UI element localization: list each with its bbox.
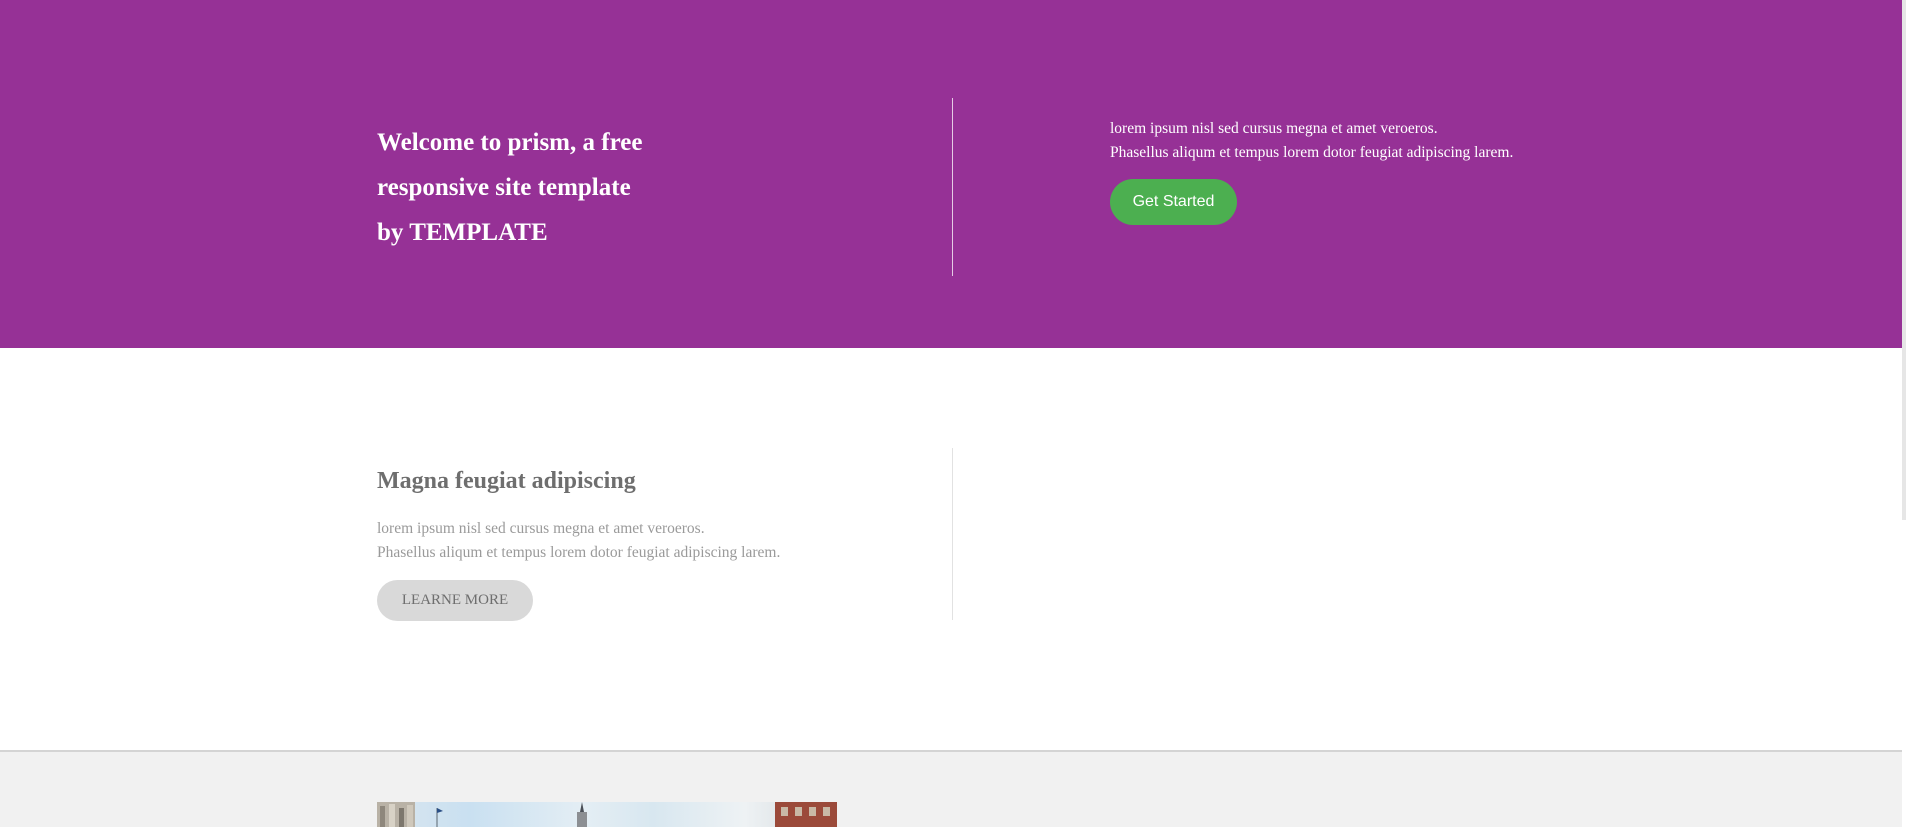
feature-section: Magna feugiat adipiscing lorem ipsum nis… <box>0 348 1902 750</box>
hero-description-line: lorem ipsum nisl sed cursus megna et ame… <box>1110 120 1438 137</box>
feature-description: lorem ipsum nisl sed cursus megna et ame… <box>377 517 780 565</box>
feature-title: Magna feugiat adipiscing <box>377 468 636 494</box>
hero-description-line: Phasellus aliqum et tempus lorem dotor f… <box>1110 144 1514 161</box>
scrollbar-thumb[interactable] <box>1902 0 1906 520</box>
city-photo-icon <box>377 802 837 827</box>
feature-description-line: Phasellus aliqum et tempus lorem dotor f… <box>377 544 781 561</box>
learn-more-button[interactable]: LEARNE MORE <box>377 580 533 621</box>
hero-divider <box>952 98 953 276</box>
hero-title-line: Welcome to prism, a free <box>377 129 643 156</box>
scrollbar-track[interactable] <box>1902 0 1906 827</box>
hero-title: Welcome to prism, a free responsive site… <box>377 120 697 255</box>
hero-title-line: responsive site template <box>377 174 631 201</box>
page: Welcome to prism, a free responsive site… <box>0 0 1906 827</box>
feature-divider <box>952 448 953 620</box>
feature-description-line: lorem ipsum nisl sed cursus megna et ame… <box>377 520 705 537</box>
city-photo[interactable] <box>377 802 837 827</box>
gallery-section <box>0 750 1902 827</box>
get-started-button[interactable]: Get Started <box>1110 179 1237 225</box>
hero-description: lorem ipsum nisl sed cursus megna et ame… <box>1110 117 1513 165</box>
hero-banner: Welcome to prism, a free responsive site… <box>0 0 1902 348</box>
hero-title-line: by TEMPLATE <box>377 219 548 246</box>
